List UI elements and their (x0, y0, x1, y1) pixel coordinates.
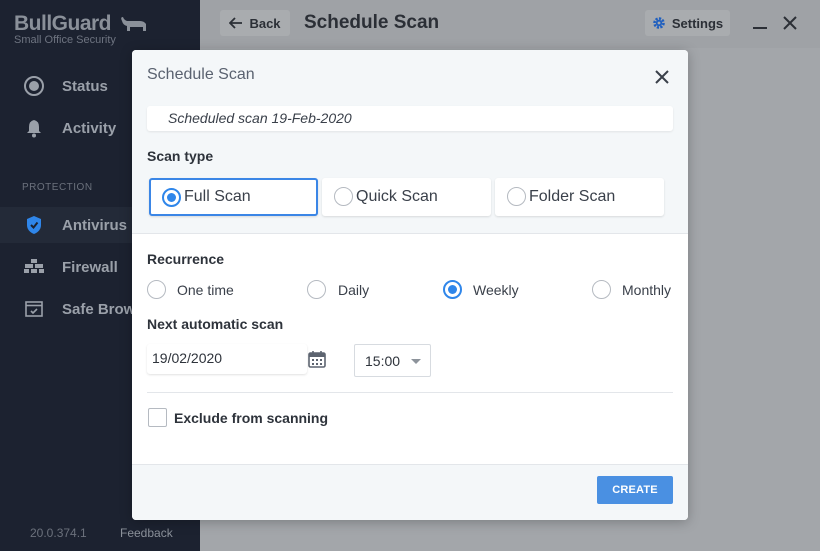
shield-check-icon (22, 213, 46, 237)
settings-label: Settings (671, 15, 724, 31)
sidebar-item-label: Antivirus (62, 216, 128, 234)
radio-weekly[interactable] (443, 280, 462, 299)
recurrence-label: Recurrence (147, 251, 225, 267)
scan-type-label-full: Full Scan (184, 188, 251, 205)
dialog-close-button[interactable] (652, 67, 672, 87)
recurrence-label-one-time: One time (177, 282, 234, 298)
settings-button[interactable]: Settings (645, 10, 730, 36)
create-button[interactable]: CREATE (597, 476, 673, 504)
chevron-down-icon (411, 359, 421, 364)
bell-icon (22, 116, 46, 140)
brand-name: BullGuard (14, 12, 112, 35)
close-icon (783, 16, 797, 30)
time-select[interactable]: 15:00 (354, 344, 431, 377)
sidebar-item-label: Firewall (62, 258, 118, 276)
brick-wall-icon (22, 255, 46, 279)
status-ring-icon (22, 74, 46, 98)
time-value: 15:00 (365, 353, 401, 369)
date-input[interactable]: 19/02/2020 (147, 344, 307, 374)
scan-type-label-folder: Folder Scan (529, 188, 616, 205)
radio-monthly[interactable] (592, 280, 611, 299)
brand-logo: BullGuard Small Office Security (14, 12, 146, 46)
radio-daily[interactable] (307, 280, 326, 299)
dialog-top-section: Schedule Scan Scheduled scan 19-Feb-2020… (132, 50, 688, 234)
scan-type-quick[interactable]: Quick Scan (322, 178, 491, 216)
recurrence-label-weekly: Weekly (473, 282, 519, 298)
schedule-scan-dialog: Schedule Scan Scheduled scan 19-Feb-2020… (132, 50, 688, 520)
close-icon (655, 70, 669, 84)
scan-type-full[interactable]: Full Scan (149, 178, 318, 216)
minimize-button[interactable] (750, 13, 770, 33)
sidebar-item-label: Status (62, 77, 108, 95)
section-label-protection: PROTECTION (22, 182, 93, 193)
dialog-title: Schedule Scan (147, 66, 255, 83)
scan-type-label: Scan type (147, 148, 214, 164)
recurrence-label-monthly: Monthly (622, 282, 672, 298)
radio-full-scan[interactable] (162, 188, 181, 207)
radio-one-time[interactable] (147, 280, 166, 299)
brand-subtitle: Small Office Security (14, 34, 116, 46)
back-label: Back (249, 15, 281, 31)
back-button[interactable]: Back (220, 10, 290, 36)
radio-folder-scan[interactable] (507, 187, 526, 206)
scheduled-scan-info: Scheduled scan 19-Feb-2020 (147, 106, 673, 131)
scheduled-scan-text: Scheduled scan 19-Feb-2020 (168, 110, 352, 126)
date-value: 19/02/2020 (152, 350, 223, 366)
sidebar-item-label: Activity (62, 119, 117, 137)
divider (147, 392, 673, 393)
calendar-icon[interactable] (308, 350, 326, 368)
radio-quick-scan[interactable] (334, 187, 353, 206)
version-label: 20.0.374.1 (30, 526, 87, 540)
minimize-icon (753, 27, 767, 29)
exclude-label: Exclude from scanning (174, 410, 329, 426)
exclude-checkbox[interactable] (148, 408, 167, 427)
scan-type-label-quick: Quick Scan (356, 188, 438, 205)
recurrence-label-daily: Daily (338, 282, 370, 298)
browser-check-icon (22, 297, 46, 321)
gear-icon (653, 17, 665, 29)
feedback-link[interactable]: Feedback (120, 526, 173, 540)
bull-icon (121, 17, 146, 31)
scan-type-folder[interactable]: Folder Scan (495, 178, 664, 216)
arrow-left-icon (229, 17, 243, 29)
close-window-button[interactable] (780, 13, 800, 33)
dialog-footer: CREATE (132, 464, 688, 520)
page-title: Schedule Scan (304, 12, 440, 33)
header-bar: Back Schedule Scan Settings (200, 0, 820, 48)
sidebar-footer: 20.0.374.1 Feedback (0, 515, 200, 551)
next-scan-label: Next automatic scan (147, 316, 284, 332)
